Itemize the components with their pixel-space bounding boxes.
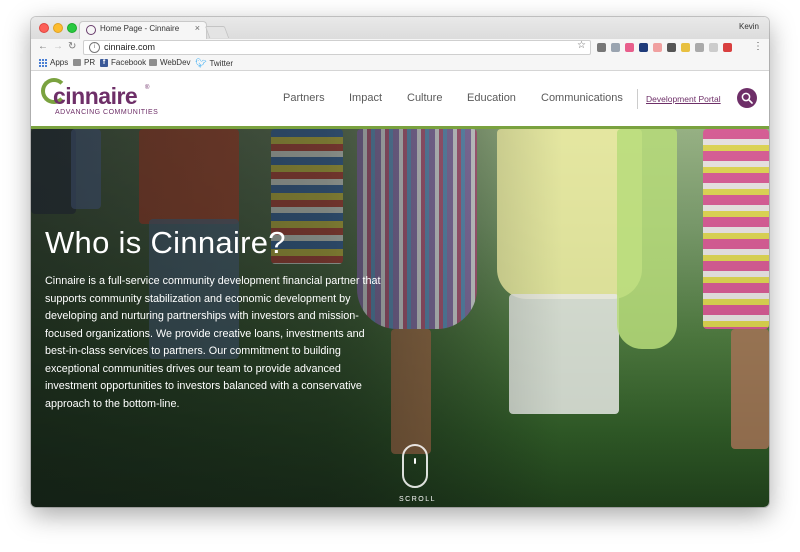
search-icon	[741, 92, 753, 104]
scroll-label[interactable]: SCROLL	[399, 496, 436, 503]
folder-icon	[73, 59, 81, 66]
browser-extension-icon[interactable]	[709, 43, 718, 52]
browser-extension-icon[interactable]	[667, 43, 676, 52]
folder-icon	[149, 59, 157, 66]
back-arrow-icon[interactable]: ←	[38, 41, 48, 52]
tab-close-icon[interactable]: ×	[195, 23, 200, 33]
bookmark-label: Facebook	[111, 58, 147, 67]
bookmark-label: Twitter	[209, 59, 233, 68]
browser-extension-icon[interactable]	[597, 43, 606, 52]
facebook-icon: f	[100, 58, 108, 67]
browser-toolbar: ← → ↻ i cinnaire.com ☆ ⋮	[31, 39, 769, 57]
nav-culture[interactable]: Culture	[407, 92, 442, 104]
bookmark-label: WebDev	[160, 58, 191, 67]
bookmark-star-icon[interactable]: ☆	[577, 40, 586, 51]
browser-extension-icon[interactable]	[653, 43, 662, 52]
close-window-button[interactable]	[39, 23, 49, 33]
nav-divider	[637, 89, 638, 109]
bookmark-facebook[interactable]: f Facebook	[100, 58, 146, 67]
browser-extension-icon[interactable]	[625, 43, 634, 52]
nav-partners[interactable]: Partners	[283, 92, 325, 104]
browser-extension-icon[interactable]	[681, 43, 690, 52]
development-portal-link[interactable]: Development Portal	[646, 94, 721, 104]
new-tab-button[interactable]	[204, 26, 230, 38]
bookmark-label: PR	[84, 58, 96, 67]
apps-grid-icon	[39, 58, 47, 67]
browser-menu-icon[interactable]: ⋮	[753, 41, 763, 52]
nav-communications[interactable]: Communications	[541, 92, 623, 104]
search-button[interactable]	[737, 88, 757, 108]
bookmark-apps[interactable]: Apps	[39, 58, 68, 67]
browser-extension-icon[interactable]	[639, 43, 648, 52]
hero-title: Who is Cinnaire?	[45, 225, 286, 260]
tab-title: Home Page - Cinnaire	[100, 24, 180, 33]
profile-name[interactable]: Kevin	[739, 22, 759, 31]
browser-extension-icon[interactable]	[695, 43, 704, 52]
browser-extension-icon[interactable]	[611, 43, 620, 52]
bookmark-webdev[interactable]: WebDev	[149, 58, 191, 67]
bookmark-pr[interactable]: PR	[73, 58, 95, 67]
site-info-icon[interactable]: i	[89, 42, 100, 53]
registered-mark: ®	[145, 85, 150, 91]
browser-window: Home Page - Cinnaire × Kevin ← → ↻ i cin…	[31, 17, 769, 507]
scroll-mouse-icon[interactable]	[402, 444, 428, 488]
site-header: cinnaire ® ADVANCING COMMUNITIES Partner…	[31, 71, 769, 129]
hero-banner: Who is Cinnaire? Cinnaire is a full-serv…	[31, 129, 769, 507]
nav-impact[interactable]: Impact	[349, 92, 382, 104]
zoom-window-button[interactable]	[67, 23, 77, 33]
browser-tab[interactable]: Home Page - Cinnaire ×	[79, 21, 207, 39]
hero-description: Cinnaire is a full-service community dev…	[45, 275, 381, 410]
address-url[interactable]: cinnaire.com	[104, 42, 155, 52]
logo-wordmark: cinnaire	[53, 83, 138, 109]
twitter-icon: 🐦︎	[195, 58, 207, 68]
minimize-window-button[interactable]	[53, 23, 63, 33]
nav-education[interactable]: Education	[467, 92, 516, 104]
bookmark-twitter[interactable]: 🐦︎ Twitter	[195, 58, 233, 69]
website: cinnaire ® ADVANCING COMMUNITIES Partner…	[31, 71, 769, 507]
title-bar: Home Page - Cinnaire × Kevin	[31, 17, 769, 39]
address-bar[interactable]: i cinnaire.com ☆	[83, 40, 591, 55]
browser-extension-icon[interactable]	[723, 43, 732, 52]
site-favicon-icon	[86, 25, 96, 35]
bookmark-label: Apps	[50, 58, 69, 67]
logo-tagline: ADVANCING COMMUNITIES	[55, 109, 159, 116]
bookmarks-bar: Apps PR f Facebook WebDev 🐦︎ Twitter	[31, 57, 769, 71]
reload-icon[interactable]: ↻	[68, 41, 76, 52]
forward-arrow-icon[interactable]: →	[53, 41, 63, 52]
